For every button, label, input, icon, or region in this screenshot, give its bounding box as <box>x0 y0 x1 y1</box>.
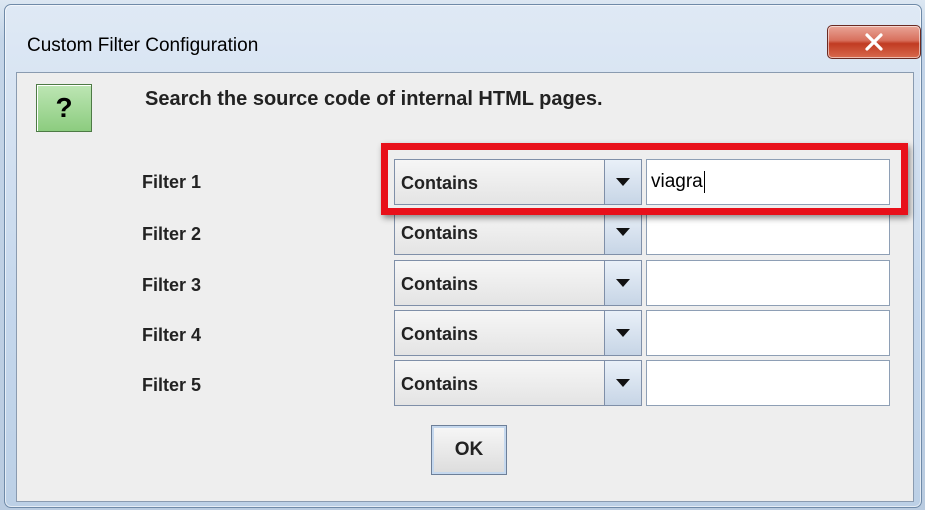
filter-3-dropdown-button[interactable] <box>604 261 641 305</box>
filter-2-mode-select[interactable]: Contains <box>394 209 642 255</box>
filter-4-label: Filter 4 <box>142 325 202 345</box>
filter-1-label: Filter 1 <box>142 172 202 192</box>
close-button[interactable] <box>827 25 921 59</box>
ok-button[interactable]: OK <box>431 425 507 475</box>
annotation-highlight-box <box>381 143 908 215</box>
filter-5-dropdown-button[interactable] <box>604 361 641 405</box>
chevron-down-icon <box>616 279 630 287</box>
window-title: Custom Filter Configuration <box>27 35 259 56</box>
filter-3-label: Filter 3 <box>142 275 202 295</box>
filter-4-dropdown-button[interactable] <box>604 311 641 355</box>
filter-5-label: Filter 5 <box>142 375 202 395</box>
filter-3-mode-select[interactable]: Contains <box>394 260 642 306</box>
filter-5-mode-select[interactable]: Contains <box>394 360 642 406</box>
filter-4-mode-select[interactable]: Contains <box>394 310 642 356</box>
filter-4-mode-value: Contains <box>401 324 479 344</box>
filter-4-input[interactable] <box>646 310 890 356</box>
close-icon <box>865 33 883 51</box>
question-icon: ? <box>36 84 92 132</box>
ok-button-label: OK <box>454 439 484 460</box>
filter-5-input[interactable] <box>646 360 890 406</box>
filter-2-label: Filter 2 <box>142 224 202 244</box>
filter-5-mode-value: Contains <box>401 374 479 394</box>
filter-2-dropdown-button[interactable] <box>604 210 641 254</box>
filter-3-mode-value: Contains <box>401 274 479 294</box>
chevron-down-icon <box>616 228 630 236</box>
chevron-down-icon <box>616 329 630 337</box>
filter-2-mode-value: Contains <box>401 223 479 243</box>
dialog-message: Search the source code of internal HTML … <box>145 88 603 110</box>
chevron-down-icon <box>616 379 630 387</box>
filter-3-input[interactable] <box>646 260 890 306</box>
filter-2-input[interactable] <box>646 209 890 255</box>
